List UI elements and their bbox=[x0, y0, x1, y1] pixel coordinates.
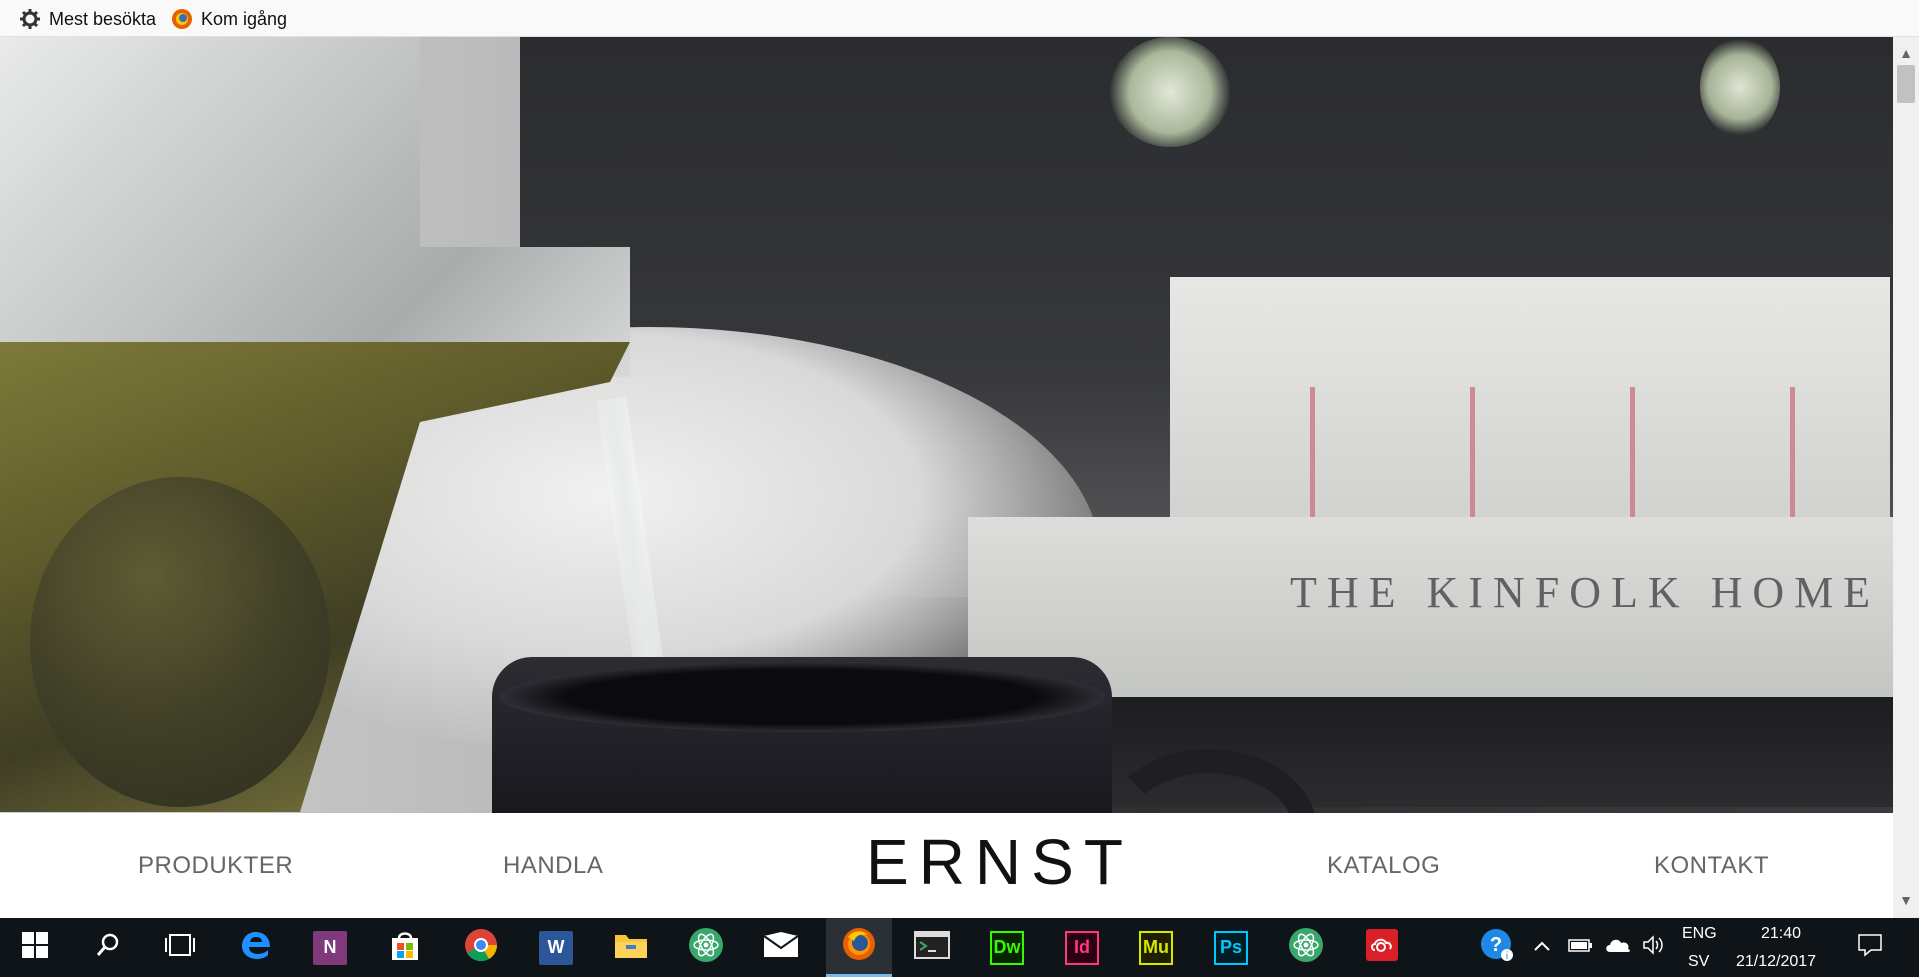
action-center-button[interactable] bbox=[1842, 918, 1898, 977]
indesign-icon: Id bbox=[1065, 930, 1099, 965]
speaker-icon bbox=[1642, 935, 1666, 960]
edge-icon bbox=[240, 929, 272, 966]
mail-button[interactable] bbox=[751, 918, 811, 977]
nav-link-kontakt[interactable]: KONTAKT bbox=[1654, 852, 1769, 880]
hero-image: THE KINFOLK HOME bbox=[0, 37, 1893, 813]
cloud-icon bbox=[1604, 936, 1632, 959]
word-icon: W bbox=[539, 930, 573, 965]
creative-cloud-icon bbox=[1365, 928, 1399, 967]
dreamweaver-icon: Dw bbox=[990, 930, 1024, 965]
task-view-icon bbox=[164, 933, 196, 962]
onenote-button[interactable]: N bbox=[300, 918, 360, 977]
bookmark-most-visited[interactable]: Mest besökta bbox=[19, 8, 156, 30]
help-tray-button[interactable]: ? i bbox=[1472, 918, 1522, 977]
terminal-icon bbox=[914, 931, 950, 964]
magazine-stack bbox=[1170, 277, 1890, 547]
show-hidden-icons-button[interactable] bbox=[1522, 918, 1562, 977]
bookmarks-toolbar: Mest besökta Kom igång bbox=[0, 0, 1919, 37]
dreamweaver-button[interactable]: Dw bbox=[977, 918, 1037, 977]
scroll-thumb[interactable] bbox=[1897, 65, 1915, 103]
vertical-scrollbar[interactable]: ▲ ▼ bbox=[1893, 37, 1919, 918]
gear-icon bbox=[19, 8, 41, 30]
search-icon bbox=[95, 932, 121, 963]
svg-text:?: ? bbox=[1490, 934, 1502, 956]
input-language-bottom[interactable]: SV bbox=[1688, 953, 1709, 971]
volume-tray-button[interactable] bbox=[1636, 918, 1672, 977]
photoshop-icon: Ps bbox=[1214, 930, 1248, 965]
atom-button[interactable] bbox=[676, 918, 736, 977]
brand-logo[interactable]: ERNST bbox=[866, 825, 1133, 899]
firefox-icon bbox=[842, 927, 876, 966]
nav-link-produkter[interactable]: PRODUKTER bbox=[138, 852, 293, 880]
bookmark-label: Kom igång bbox=[201, 8, 288, 29]
search-button[interactable] bbox=[78, 918, 138, 977]
firefox-button[interactable] bbox=[826, 918, 892, 977]
folder-icon bbox=[614, 931, 648, 964]
tea-infuser bbox=[30, 477, 330, 807]
firefox-icon bbox=[171, 8, 193, 30]
teacup-rim bbox=[500, 662, 1105, 732]
book-title: THE KINFOLK HOME bbox=[1290, 568, 1881, 617]
flower-decoration bbox=[1110, 37, 1230, 147]
atom-button-2[interactable] bbox=[1276, 918, 1336, 977]
svg-text:i: i bbox=[1506, 951, 1508, 962]
scroll-up-arrow-icon[interactable]: ▲ bbox=[1893, 45, 1919, 63]
start-button[interactable] bbox=[5, 918, 65, 977]
bookmark-label: Mest besökta bbox=[49, 8, 157, 29]
atom-icon bbox=[1288, 927, 1324, 968]
nav-link-handla[interactable]: HANDLA bbox=[503, 852, 603, 880]
word-button[interactable]: W bbox=[526, 918, 586, 977]
notification-icon bbox=[1857, 933, 1883, 962]
flower-decoration bbox=[1700, 37, 1780, 137]
input-language-top[interactable]: ENG bbox=[1682, 925, 1717, 943]
chrome-icon bbox=[464, 928, 498, 967]
chevron-up-icon bbox=[1533, 939, 1551, 957]
clock-date[interactable]: 21/12/2017 bbox=[1736, 953, 1816, 971]
muse-button[interactable]: Mu bbox=[1126, 918, 1186, 977]
file-explorer-button[interactable] bbox=[601, 918, 661, 977]
help-icon: ? i bbox=[1480, 928, 1514, 967]
store-icon bbox=[388, 928, 422, 967]
mail-icon bbox=[763, 932, 799, 963]
clock-time[interactable]: 21:40 bbox=[1761, 925, 1801, 943]
terminal-button[interactable] bbox=[902, 918, 962, 977]
battery-tray-button[interactable] bbox=[1562, 918, 1600, 977]
indesign-button[interactable]: Id bbox=[1052, 918, 1112, 977]
battery-icon bbox=[1568, 937, 1594, 958]
muse-icon: Mu bbox=[1139, 930, 1173, 965]
nav-link-katalog[interactable]: KATALOG bbox=[1327, 852, 1440, 880]
atom-icon bbox=[688, 927, 724, 968]
chrome-button[interactable] bbox=[451, 918, 511, 977]
onenote-icon: N bbox=[313, 930, 347, 965]
creative-cloud-button[interactable] bbox=[1352, 918, 1412, 977]
scroll-down-arrow-icon[interactable]: ▼ bbox=[1893, 892, 1919, 910]
windows-logo-icon bbox=[22, 932, 48, 963]
task-view-button[interactable] bbox=[150, 918, 210, 977]
edge-button[interactable] bbox=[226, 918, 286, 977]
photoshop-button[interactable]: Ps bbox=[1201, 918, 1261, 977]
bookmark-getting-started[interactable]: Kom igång bbox=[171, 8, 287, 30]
onedrive-tray-button[interactable] bbox=[1600, 918, 1636, 977]
store-button[interactable] bbox=[375, 918, 435, 977]
